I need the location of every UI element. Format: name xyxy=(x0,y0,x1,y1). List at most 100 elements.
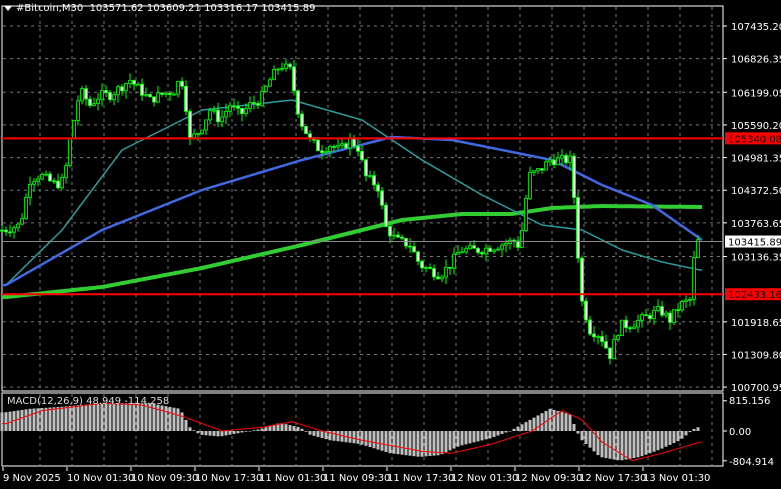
support-label: 102433.16 xyxy=(728,290,781,301)
macd-histogram-bar xyxy=(380,431,384,451)
macd-histogram-bar xyxy=(520,424,524,431)
price-axis-label: 100700.95 xyxy=(731,383,781,394)
candle-body xyxy=(616,335,620,340)
time-axis-label: 12 Nov 01:30 xyxy=(451,473,518,484)
candle-body xyxy=(640,314,644,321)
candle-body xyxy=(8,231,12,234)
candle-body xyxy=(320,150,324,154)
macd-histogram-bar xyxy=(72,405,76,431)
chart-window[interactable]: 107435.20 106826.35 106199.05 105590.20 1049… xyxy=(0,0,781,489)
macd-histogram-bar xyxy=(56,407,60,431)
high-value: 103609.21 xyxy=(146,3,201,14)
ma-fast-line xyxy=(2,99,702,286)
macd-histogram-bar xyxy=(384,431,388,452)
time-axis-label: 12 Nov 09:30 xyxy=(515,473,582,484)
macd-histogram-bar xyxy=(352,431,356,444)
macd-histogram-bar xyxy=(96,403,100,431)
candle-body xyxy=(556,157,560,166)
macd-histogram-bar xyxy=(664,431,668,447)
candle-body xyxy=(336,144,340,148)
macd-histogram-bar xyxy=(312,431,316,436)
macd-histogram-bar xyxy=(516,426,520,431)
ma-mid-line xyxy=(2,135,703,287)
macd-histogram-bar xyxy=(436,431,440,456)
price-axis-label: 104372.50 xyxy=(731,186,781,197)
candle-body xyxy=(36,178,40,183)
macd-histogram-bar xyxy=(396,431,400,455)
macd-histogram-bar xyxy=(232,431,236,434)
macd-histogram-bar xyxy=(656,431,660,451)
macd-histogram-bar xyxy=(508,431,512,432)
symbol-label: #Bitcoin,M30 xyxy=(16,3,84,14)
candle-body xyxy=(660,306,664,316)
candle-body xyxy=(72,120,76,139)
candle-body xyxy=(560,155,564,159)
candle-body xyxy=(328,146,332,152)
open-value: 103571.62 xyxy=(89,3,144,14)
candle-body xyxy=(44,173,48,176)
candle-body xyxy=(384,204,388,227)
macd-histogram-bar xyxy=(684,431,688,436)
macd-histogram-bar xyxy=(452,431,456,449)
chart-canvas[interactable]: 107435.20 106826.35 106199.05 105590.20 1049… xyxy=(0,0,781,489)
macd-histogram-bar xyxy=(608,431,612,459)
macd-histogram-bar xyxy=(584,431,588,444)
candle-body xyxy=(400,236,404,239)
macd-histogram-bar xyxy=(136,403,140,431)
macd-histogram-bar xyxy=(376,431,380,450)
macd-histogram-bar xyxy=(124,403,128,431)
candle-body xyxy=(220,116,224,123)
candle-body xyxy=(16,223,20,229)
candle-body xyxy=(396,234,400,238)
macd-histogram-bar xyxy=(92,403,96,431)
candle-body xyxy=(624,319,628,329)
candle-body xyxy=(480,252,484,255)
macd-histogram-bar xyxy=(164,406,168,431)
candle-body xyxy=(0,229,4,232)
candle-body xyxy=(420,260,424,269)
candle-body xyxy=(164,92,168,95)
candle-body xyxy=(172,93,176,96)
time-axis-label: 10 Nov 17:30 xyxy=(195,473,262,484)
candle-body xyxy=(288,63,292,68)
price-panel-frame xyxy=(1,5,724,392)
candle-body xyxy=(344,143,348,149)
collapse-triangle-icon[interactable] xyxy=(4,5,12,11)
time-axis-label: 10 Nov 09:30 xyxy=(131,473,198,484)
candle-body xyxy=(432,268,436,278)
candle-body xyxy=(436,276,440,280)
macd-histogram-bar xyxy=(512,428,516,431)
time-axis-label: 11 Nov 09:30 xyxy=(323,473,390,484)
candle-body xyxy=(68,138,72,167)
macd-histogram-bar xyxy=(32,408,36,431)
time-axis-label: 11 Nov 17:30 xyxy=(387,473,454,484)
candle-body xyxy=(564,155,568,164)
candle-body xyxy=(60,177,64,189)
macd-histogram-bar xyxy=(332,431,336,441)
macd-histogram-bar xyxy=(368,431,372,448)
macd-histogram-bar xyxy=(560,412,564,431)
macd-histogram-bar xyxy=(304,431,308,432)
macd-histogram-bar xyxy=(696,427,700,431)
macd-histogram-bar xyxy=(620,431,624,461)
candle-body xyxy=(404,237,408,247)
macd-histogram-bar xyxy=(292,425,296,431)
macd-histogram-bar xyxy=(100,403,104,431)
candle-body xyxy=(448,266,452,269)
candle-body xyxy=(520,230,524,248)
macd-histogram-bar xyxy=(652,431,656,452)
candle-body xyxy=(272,69,276,81)
resistance-label: 105340.08 xyxy=(728,134,781,145)
macd-histogram-bar xyxy=(388,431,392,454)
candle-body xyxy=(688,299,692,301)
candle-body xyxy=(92,103,96,106)
macd-histogram-bar xyxy=(460,431,464,446)
candle-body xyxy=(356,145,360,152)
macd-histogram-bar xyxy=(212,431,216,436)
candle-body xyxy=(648,315,652,319)
macd-histogram-bar xyxy=(104,403,108,431)
macd-axis-label: -804.914 xyxy=(729,457,774,468)
macd-histogram-bar xyxy=(408,431,412,456)
candle-body xyxy=(176,80,180,95)
candle-body xyxy=(452,253,456,269)
